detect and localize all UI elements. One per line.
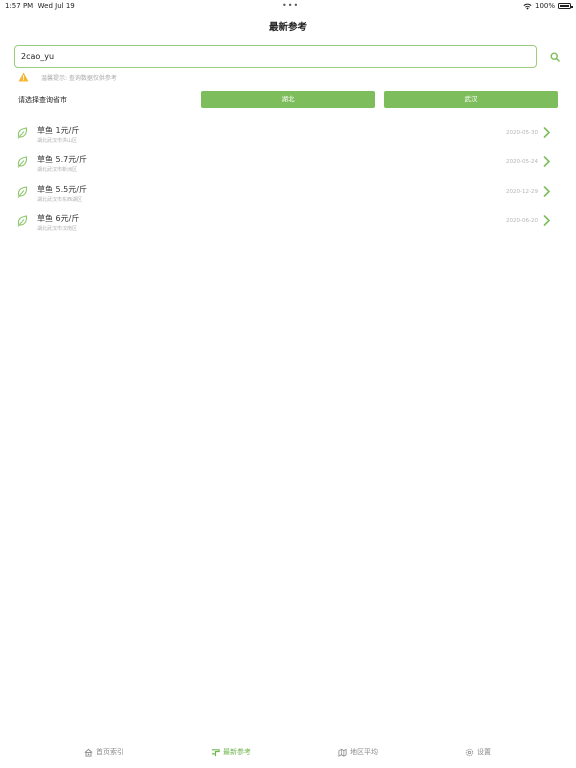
item-title: 草鱼 5.7元/斤 [37,155,87,165]
tab-label: 设置 [477,748,491,756]
multitask-dots-icon[interactable]: ••• [282,1,299,10]
item-date: 2020-12-29 [506,188,538,195]
list-item[interactable]: 草鱼 5.7元/斤 湖北武汉市新洲区 2020-05-24 [0,148,576,177]
selector-label: 请选择查询省市 [18,96,67,104]
search-button[interactable] [547,49,563,65]
item-location: 湖北武汉市新洲区 [37,167,78,174]
chevron-right-icon [543,156,551,168]
status-time: 1:57 PM [5,2,34,10]
item-date: 2020-05-30 [506,130,538,136]
latest-reference-icon [211,748,220,756]
status-time-date: 1:57 PM Wed Jul 19 [5,2,75,10]
gear-icon [465,748,474,756]
battery-percent: 100% [534,2,555,10]
region-average-icon [338,748,347,757]
item-date: 2020-05-24 [506,159,538,166]
chevron-right-icon [543,185,551,197]
tab-latest-reference[interactable]: 最新参考 [211,747,251,757]
item-date: 2020-06-20 [506,217,538,224]
leaf-icon [17,156,28,169]
search-input[interactable]: 2cao_yu [14,45,537,68]
status-date: Wed Jul 19 [37,2,75,10]
search-icon [550,52,560,62]
chevron-right-icon [543,215,551,226]
item-title: 草鱼 1元/斤 [37,126,80,135]
leaf-icon [17,215,28,227]
notice-row: 温馨提示: 查询数据仅供参考 [18,72,117,82]
region-selector: 请选择查询省市 湖北 武汉 [18,91,558,108]
tab-bar: 首页索引 最新参考 地区平均 设置 [0,742,576,768]
wifi-icon [523,3,532,10]
leaf-icon [17,185,28,198]
list-item[interactable]: 草鱼 1元/斤 湖北武汉市洪山区 2020-05-30 [0,119,576,148]
home-index-icon [84,748,93,757]
tab-region-average[interactable]: 地区平均 [338,747,378,757]
item-location: 湖北武汉市东西湖区 [37,196,83,203]
item-title: 草鱼 5.5元/斤 [37,184,87,194]
tab-label: 地区平均 [350,748,378,756]
list-item[interactable]: 草鱼 5.5元/斤 湖北武汉市东西湖区 2020-12-29 [0,178,576,207]
item-location: 湖北武汉市洪山区 [37,138,78,144]
tab-label: 首页索引 [96,748,124,756]
page-title: 最新参考 [268,22,307,33]
warning-icon [18,72,29,82]
tab-settings[interactable]: 设置 [465,747,491,757]
item-location: 湖北武汉市汉南区 [37,225,78,232]
province-select-button[interactable]: 湖北 [201,91,375,108]
search-bar: 2cao_yu [14,45,563,68]
tab-label: 最新参考 [223,748,251,756]
notice-text: 温馨提示: 查询数据仅供参考 [41,74,117,82]
battery-icon [558,3,573,9]
city-select-button[interactable]: 武汉 [384,91,558,108]
chevron-right-icon [543,127,551,138]
leaf-icon [17,127,28,139]
item-title: 草鱼 6元/斤 [37,213,80,223]
status-indicators: 100% [523,2,573,10]
status-bar: 1:57 PM Wed Jul 19 ••• 100% [0,0,576,12]
list-item[interactable]: 草鱼 6元/斤 湖北武汉市汉南区 2020-06-20 [0,207,576,236]
tab-home-index[interactable]: 首页索引 [84,747,124,757]
results-list: 草鱼 1元/斤 湖北武汉市洪山区 2020-05-30 草鱼 5.7元/斤 湖北… [0,119,576,236]
